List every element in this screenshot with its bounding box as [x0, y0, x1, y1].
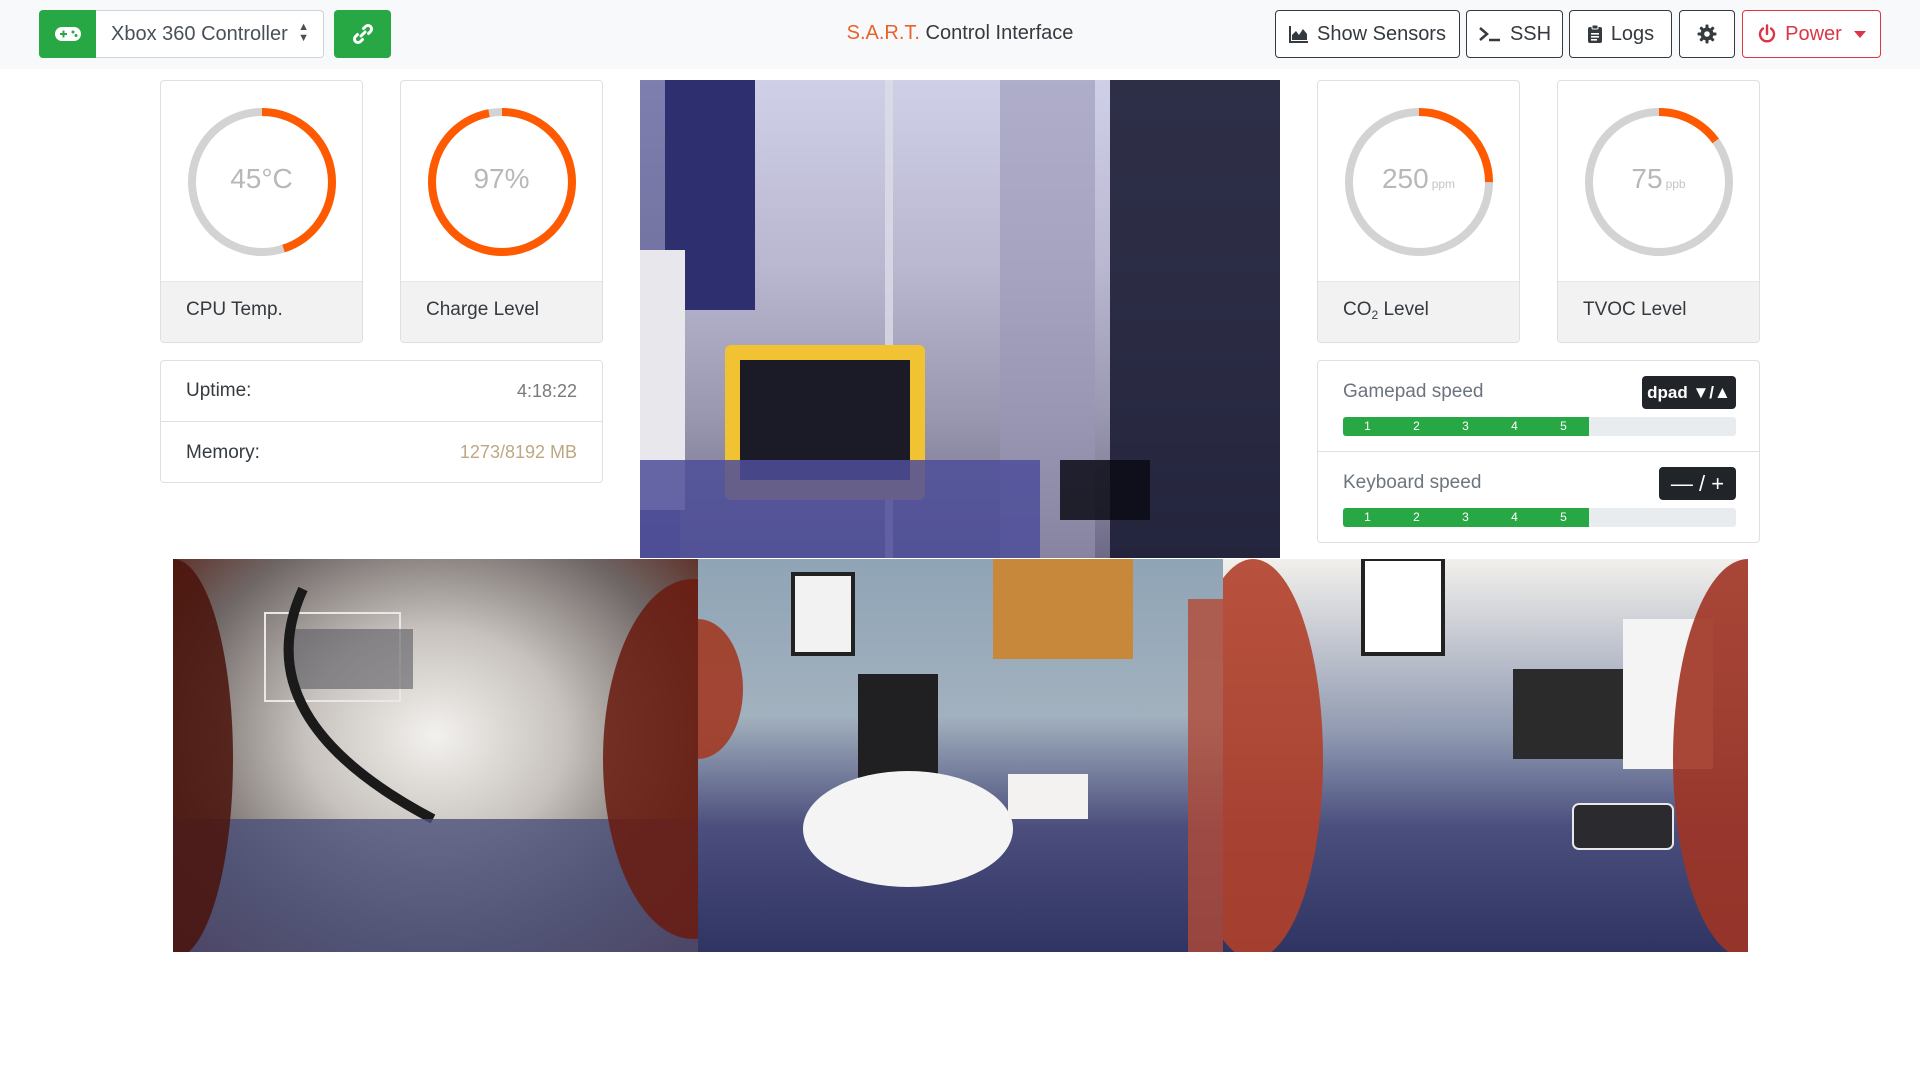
logs-button[interactable]: Logs	[1569, 10, 1672, 58]
speed-level-5: 5	[1560, 510, 1567, 524]
show-sensors-button[interactable]: Show Sensors	[1275, 10, 1460, 58]
power-label: Power	[1785, 22, 1842, 45]
keyboard-speed-badge: — / +	[1659, 467, 1736, 500]
memory-row: Memory: 1273/8192 MB	[161, 422, 602, 483]
gauge-card-cpu: 45°C CPU Temp.	[160, 80, 363, 343]
speed-level-1: 1	[1364, 419, 1371, 433]
speed-level-2: 2	[1413, 419, 1420, 433]
clipboard-icon	[1587, 24, 1602, 43]
gauge-card-charge: 97% Charge Level	[400, 80, 603, 343]
speed-controls: Gamepad speed dpad ▼/▲ 1 2 3 4 5 Keyboar…	[1317, 360, 1760, 543]
center-camera-feed[interactable]	[698, 559, 1223, 952]
gauge-card-co2: 250 ppm CO2 Level	[1317, 80, 1520, 343]
co2-unit: ppm	[1431, 177, 1456, 191]
power-dropdown-button[interactable]: Power	[1742, 10, 1881, 58]
top-navbar: Xbox 360 Controller ▲ ▼ S.A.R.T. Control …	[0, 0, 1920, 69]
gear-icon	[1697, 24, 1717, 44]
uptime-row: Uptime: 4:18:22	[161, 361, 602, 422]
keyboard-speed-row: Keyboard speed — / + 1 2 3 4 5	[1318, 452, 1759, 543]
uptime-value: 4:18:22	[516, 380, 577, 401]
chart-area-icon	[1289, 26, 1309, 43]
left-camera-feed[interactable]	[173, 559, 698, 952]
chevron-down-icon	[1853, 30, 1866, 38]
right-camera-feed[interactable]	[1223, 559, 1748, 952]
tvoc-level-label: TVOC Level	[1558, 281, 1759, 342]
charge-level-label: Charge Level	[401, 281, 602, 342]
terminal-icon	[1479, 27, 1500, 42]
gamepad-speed-row: Gamepad speed dpad ▼/▲ 1 2 3 4 5	[1318, 361, 1759, 452]
speed-level-2: 2	[1413, 510, 1420, 524]
keyboard-speed-bar[interactable]: 1 2 3 4 5	[1343, 508, 1736, 527]
keyboard-speed-label: Keyboard speed	[1343, 472, 1482, 493]
charge-level-value: 97%	[473, 163, 530, 194]
show-sensors-label: Show Sensors	[1317, 22, 1446, 45]
speed-level-3: 3	[1462, 419, 1469, 433]
memory-value: 1273/8192 MB	[459, 442, 577, 462]
tvoc-unit: ppb	[1665, 177, 1686, 191]
cpu-temp-value: 45°C	[230, 163, 293, 194]
gamepad-speed-label: Gamepad speed	[1343, 381, 1484, 402]
cpu-temp-label: CPU Temp.	[161, 281, 362, 342]
speed-level-5: 5	[1560, 419, 1567, 433]
power-icon	[1758, 24, 1776, 43]
tvoc-value: 75 ppb	[1631, 163, 1686, 194]
main-camera-feed[interactable]	[640, 80, 1280, 558]
ssh-button[interactable]: SSH	[1466, 10, 1563, 58]
gamepad-speed-bar[interactable]: 1 2 3 4 5	[1343, 417, 1736, 436]
memory-label: Memory:	[186, 441, 260, 463]
gamepad-speed-fill: 1 2 3 4 5	[1343, 417, 1589, 436]
gauge-card-tvoc: 75 ppb TVOC Level	[1557, 80, 1760, 343]
settings-button[interactable]	[1679, 10, 1735, 58]
keyboard-speed-fill: 1 2 3 4 5	[1343, 508, 1589, 527]
ssh-label: SSH	[1509, 22, 1552, 45]
co2-value: 250 ppm	[1381, 163, 1456, 194]
system-stats-list: Uptime: 4:18:22 Memory: 1273/8192 MB	[160, 360, 603, 483]
speed-level-4: 4	[1511, 419, 1518, 433]
co2-level-label: CO2 Level	[1318, 281, 1519, 342]
title-text: Control Interface	[919, 22, 1074, 44]
brand-name: S.A.R.T.	[846, 22, 920, 44]
gamepad-speed-badge: dpad ▼/▲	[1642, 376, 1736, 409]
speed-level-4: 4	[1511, 510, 1518, 524]
uptime-label: Uptime:	[186, 380, 252, 401]
logs-label: Logs	[1610, 22, 1655, 45]
speed-level-1: 1	[1364, 510, 1371, 524]
speed-level-3: 3	[1462, 510, 1469, 524]
